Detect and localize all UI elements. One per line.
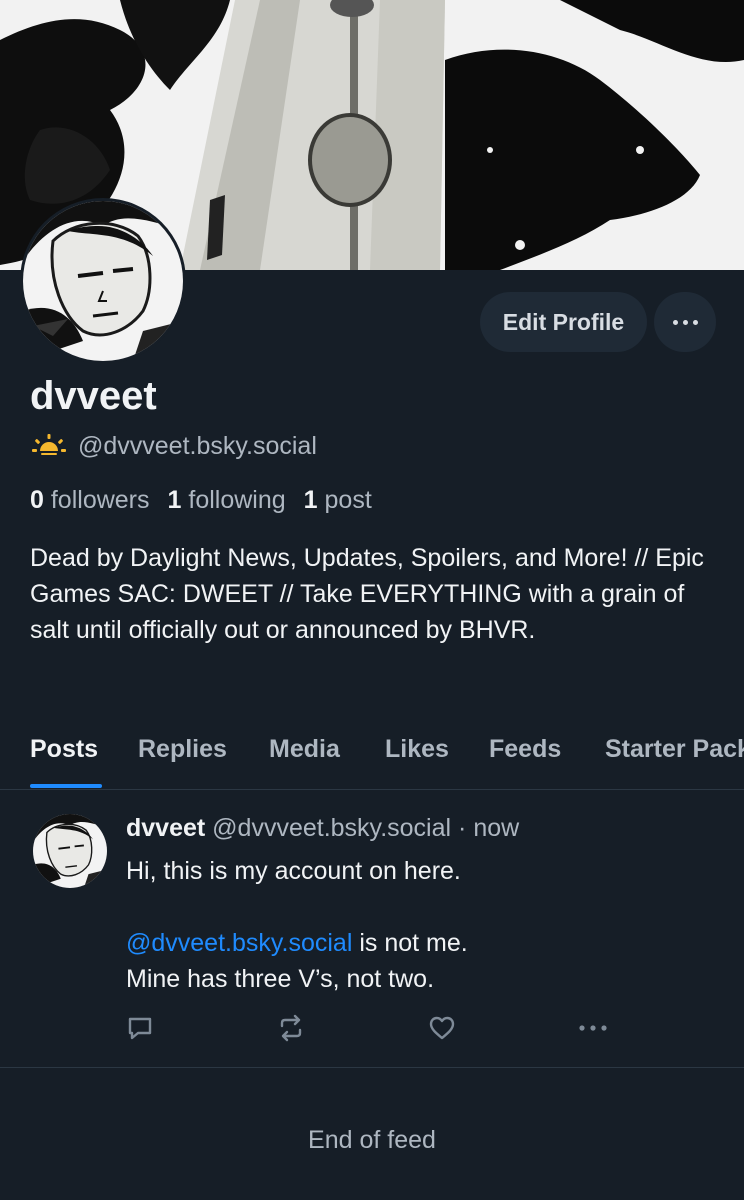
profile-more-button[interactable]	[654, 292, 716, 352]
tab-replies[interactable]: Replies	[138, 730, 227, 786]
profile-handle-row: @dvvveet.bsky.social	[32, 432, 317, 461]
profile-display-name: dvveet	[30, 374, 157, 418]
edit-profile-button[interactable]: Edit Profile	[480, 292, 647, 352]
post-more-button[interactable]	[577, 1012, 609, 1044]
followers-count: 0	[30, 486, 44, 514]
more-icon	[579, 1025, 607, 1031]
posts-label: post	[324, 486, 372, 514]
repost-icon	[280, 1014, 302, 1042]
post-author-name[interactable]: dvveet	[126, 814, 205, 842]
post-divider	[0, 1067, 744, 1068]
profile-stats: 0 followers 1 following 1 post	[30, 486, 372, 515]
following-stat[interactable]: 1 following	[168, 486, 286, 515]
more-dot-icon	[692, 319, 698, 325]
active-tab-indicator	[30, 784, 102, 788]
tab-likes[interactable]: Likes	[385, 730, 449, 786]
tab-posts[interactable]: Posts	[30, 730, 98, 786]
more-dot-icon	[672, 319, 678, 325]
repost-button[interactable]	[275, 1012, 307, 1044]
reply-icon	[128, 1017, 152, 1040]
end-of-feed-label: End of feed	[308, 1126, 436, 1154]
reply-button[interactable]	[124, 1012, 156, 1044]
post-separator: ·	[458, 814, 467, 842]
profile-tabs: Posts Replies Media Likes Feeds Starter …	[0, 730, 744, 790]
profile-page: Edit Profile dvveet @dvvveet.bsky.social…	[0, 0, 744, 1200]
post-line: Hi, this is my account on here.	[126, 857, 461, 885]
post-header: dvveet @dvvveet.bsky.social · now	[126, 814, 519, 843]
followers-stat[interactable]: 0 followers	[30, 486, 150, 515]
avatar-art	[23, 201, 183, 361]
like-icon	[429, 1016, 455, 1040]
post-paragraph-gap	[126, 889, 706, 925]
posts-stat: 1 post	[304, 486, 372, 515]
post-avatar-art	[33, 814, 107, 888]
profile-handle[interactable]: @dvvveet.bsky.social	[78, 432, 317, 461]
profile-bio: Dead by Daylight News, Updates, Spoilers…	[30, 544, 704, 644]
post-mention-link[interactable]: @dvveet.bsky.social	[126, 929, 352, 957]
post-author-handle[interactable]: @dvvveet.bsky.social	[212, 814, 451, 842]
post-line: @dvveet.bsky.social is not me.	[126, 925, 706, 961]
post-timestamp[interactable]: now	[473, 814, 519, 842]
following-label: following	[188, 486, 286, 514]
tab-starter-packs[interactable]: Starter Packs	[605, 730, 744, 786]
post-mention-suffix: is not me.	[352, 929, 468, 957]
like-button[interactable]	[426, 1012, 458, 1044]
following-count: 1	[167, 486, 182, 514]
tab-media[interactable]: Media	[269, 730, 340, 786]
profile-avatar[interactable]	[20, 198, 186, 364]
tab-feeds[interactable]: Feeds	[489, 730, 561, 786]
post-author-avatar[interactable]	[33, 814, 107, 888]
sun-icon	[32, 433, 66, 460]
tabs-divider	[0, 789, 744, 790]
post-line: Mine has three V’s, not two.	[126, 965, 435, 993]
posts-count: 1	[303, 486, 318, 514]
followers-label: followers	[50, 486, 150, 514]
more-dot-icon	[682, 319, 688, 325]
post-text: Hi, this is my account on here. @dvveet.…	[126, 853, 706, 997]
post-actions	[0, 1012, 744, 1044]
